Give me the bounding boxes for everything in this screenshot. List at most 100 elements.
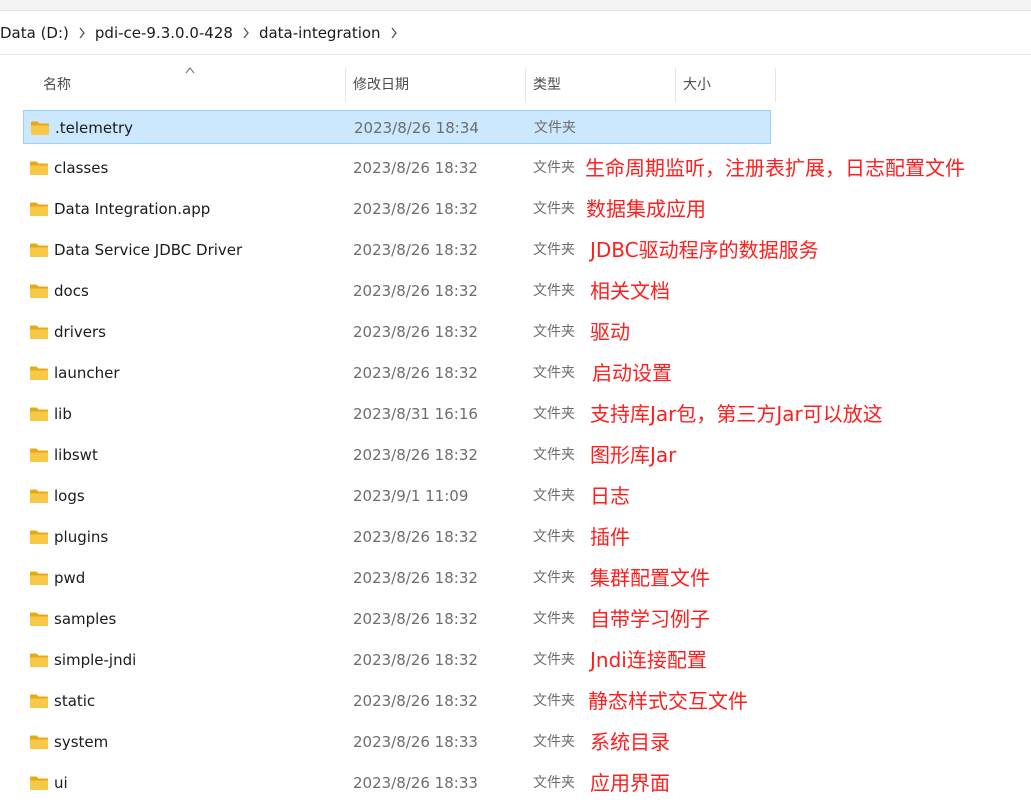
folder-icon (30, 612, 48, 626)
breadcrumb-label[interactable]: Data (D:) (0, 24, 69, 42)
file-name[interactable]: static (54, 684, 95, 718)
annotation-text: 集群配置文件 (590, 566, 710, 590)
file-name[interactable]: ui (54, 766, 68, 800)
folder-icon (30, 325, 48, 339)
breadcrumb-item-drive[interactable]: Data (D:) (0, 11, 69, 54)
annotation-text: 系统目录 (590, 730, 670, 754)
annotation-text: 插件 (590, 525, 630, 549)
column-divider[interactable] (525, 68, 526, 102)
annotation-text: 驱动 (590, 320, 630, 344)
file-type: 文件夹 (533, 734, 575, 750)
breadcrumb-item-data-integration[interactable]: data-integration (259, 11, 381, 54)
file-name[interactable]: libswt (54, 438, 98, 472)
folder-icon (30, 530, 48, 544)
column-divider[interactable] (345, 68, 346, 102)
file-type: 文件夹 (533, 693, 575, 709)
folder-icon (30, 571, 48, 585)
file-date: 2023/8/26 18:32 (353, 446, 478, 464)
file-name[interactable]: lib (54, 397, 72, 431)
file-date: 2023/9/1 11:09 (353, 487, 469, 505)
column-header-type[interactable]: 类型 (533, 68, 561, 102)
file-name[interactable]: simple-jndi (54, 643, 136, 677)
file-name[interactable]: logs (54, 479, 85, 513)
breadcrumb-label[interactable]: data-integration (259, 24, 381, 42)
column-header-date[interactable]: 修改日期 (353, 68, 409, 102)
file-date: 2023/8/31 16:16 (353, 405, 478, 423)
column-header-name[interactable]: 名称 (43, 68, 71, 102)
column-divider[interactable] (775, 68, 776, 102)
file-type: 文件夹 (533, 406, 575, 422)
file-type: 文件夹 (533, 652, 575, 668)
folder-icon (30, 202, 48, 216)
file-date: 2023/8/26 18:32 (353, 159, 478, 177)
file-name[interactable]: pwd (54, 561, 85, 595)
file-date: 2023/8/26 18:33 (353, 774, 478, 792)
file-name[interactable]: samples (54, 602, 116, 636)
file-type: 文件夹 (533, 160, 575, 176)
annotation-text: 应用界面 (590, 771, 670, 795)
annotation-text: 图形库Jar (590, 443, 677, 467)
folder-icon (30, 366, 48, 380)
annotation-text: 日志 (590, 484, 630, 508)
folder-icon (30, 694, 48, 708)
column-divider[interactable] (675, 68, 676, 102)
breadcrumb-label[interactable]: pdi-ce-9.3.0.0-428 (95, 24, 233, 42)
file-type: 文件夹 (533, 324, 575, 340)
file-type: 文件夹 (533, 529, 575, 545)
chevron-right-icon[interactable] (381, 25, 407, 41)
file-type: 文件夹 (533, 775, 575, 791)
file-name[interactable]: system (54, 725, 108, 759)
folder-icon (30, 776, 48, 790)
file-date: 2023/8/26 18:32 (353, 200, 478, 218)
file-type: 文件夹 (534, 120, 576, 136)
file-type: 文件夹 (533, 447, 575, 463)
folder-icon (30, 243, 48, 257)
column-header-row: 名称 修改日期 类型 大小 (0, 68, 1031, 102)
file-type: 文件夹 (533, 242, 575, 258)
annotation-text: 数据集成应用 (586, 197, 706, 221)
file-row[interactable]: drivers 2023/8/26 18:32 文件夹 (23, 315, 771, 349)
chevron-right-icon[interactable] (233, 25, 259, 41)
file-date: 2023/8/26 18:32 (353, 241, 478, 259)
file-type: 文件夹 (533, 570, 575, 586)
file-name[interactable]: plugins (54, 520, 108, 554)
window-top-strip (0, 0, 1031, 11)
file-name[interactable]: docs (54, 274, 89, 308)
breadcrumb-item-pdi[interactable]: pdi-ce-9.3.0.0-428 (95, 11, 233, 54)
annotation-text: 相关文档 (590, 279, 670, 303)
file-date: 2023/8/26 18:32 (353, 692, 478, 710)
folder-icon (30, 653, 48, 667)
file-row[interactable]: logs 2023/9/1 11:09 文件夹 (23, 479, 771, 513)
file-name[interactable]: Data Integration.app (54, 192, 210, 226)
annotation-text: 自带学习例子 (590, 607, 710, 631)
folder-icon (30, 448, 48, 462)
file-date: 2023/8/26 18:32 (353, 364, 478, 382)
folder-icon (30, 407, 48, 421)
file-date: 2023/8/26 18:32 (353, 651, 478, 669)
file-date: 2023/8/26 18:32 (353, 569, 478, 587)
file-name[interactable]: classes (54, 151, 108, 185)
file-name[interactable]: .telemetry (55, 111, 133, 145)
column-header-size[interactable]: 大小 (683, 68, 711, 102)
folder-icon (30, 489, 48, 503)
annotation-text: 生命周期监听，注册表扩展，日志配置文件 (585, 156, 965, 180)
file-row[interactable]: plugins 2023/8/26 18:32 文件夹 (23, 520, 771, 554)
annotation-text: 支持库Jar包，第三方Jar可以放这 (590, 402, 883, 426)
chevron-right-icon[interactable] (69, 25, 95, 41)
folder-icon (30, 284, 48, 298)
file-name[interactable]: launcher (54, 356, 120, 390)
file-type: 文件夹 (533, 488, 575, 504)
file-type: 文件夹 (533, 611, 575, 627)
file-date: 2023/8/26 18:32 (353, 282, 478, 300)
file-date: 2023/8/26 18:32 (353, 528, 478, 546)
file-name[interactable]: drivers (54, 315, 106, 349)
file-type: 文件夹 (533, 201, 575, 217)
file-name[interactable]: Data Service JDBC Driver (54, 233, 242, 267)
file-type: 文件夹 (533, 365, 575, 381)
folder-icon (30, 735, 48, 749)
annotation-text: 静态样式交互文件 (588, 689, 748, 713)
file-row[interactable]: .telemetry 2023/8/26 18:34 文件夹 (23, 110, 771, 144)
address-bar[interactable]: Data (D:) pdi-ce-9.3.0.0-428 data-integr… (0, 11, 1031, 55)
file-type: 文件夹 (533, 283, 575, 299)
annotation-text: 启动设置 (592, 361, 672, 385)
